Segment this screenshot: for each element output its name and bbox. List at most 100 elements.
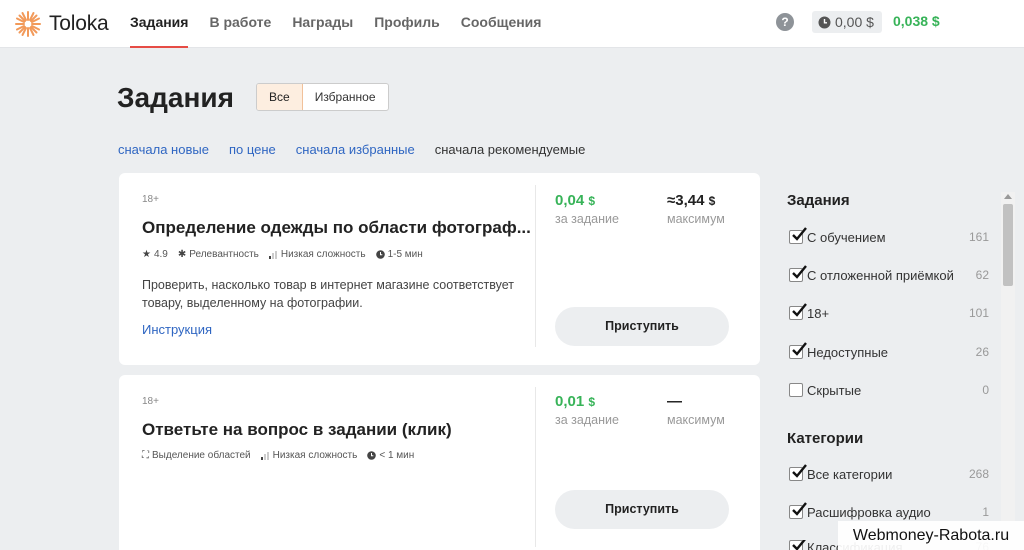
checkmark-icon (792, 303, 807, 317)
main-nav: Задания В работе Награды Профиль Сообщен… (130, 0, 562, 48)
tasks-segment-control: Все Избранное (256, 83, 389, 111)
checkbox[interactable] (789, 464, 807, 481)
complexity-label: Низкая сложность (280, 249, 366, 260)
segment-favorites[interactable]: Избранное (303, 84, 388, 110)
card-divider (535, 185, 536, 347)
puzzle-icon: ✱ (177, 249, 187, 260)
relevance: ✱ Релевантность (178, 249, 259, 260)
filter-hidden[interactable]: Скрытые 0 (789, 381, 989, 399)
filter-count: 0 (982, 383, 989, 397)
filter-18-plus[interactable]: 18+ 101 (789, 303, 989, 322)
filter-all-categories[interactable]: Все категории 268 (789, 464, 989, 483)
price-currency: $ (588, 395, 596, 409)
balance-badge[interactable]: 0,00 $ (812, 11, 882, 33)
task-card[interactable]: 18+ Определение одежды по области фотогр… (119, 173, 760, 365)
filter-label: С отложенной приёмкой (807, 267, 954, 283)
segment-all[interactable]: Все (257, 84, 303, 110)
checkbox[interactable] (789, 383, 803, 397)
sun-logo-icon (15, 11, 41, 37)
categories-filter-heading: Категории (787, 430, 864, 447)
duration: 1-5 мин (375, 249, 423, 260)
task-meta: ⛶ Выделение областей Низкая сложность < … (142, 450, 424, 461)
max-currency: $ (708, 194, 716, 208)
price-value: 0,04 (555, 192, 585, 209)
filter-with-training[interactable]: С обучением 161 (789, 227, 989, 246)
scroll-up-icon[interactable] (1004, 194, 1012, 199)
price-value: 0,01 (555, 393, 585, 410)
checkmark-icon (792, 265, 807, 279)
task-title[interactable]: Ответьте на вопрос в задании (клик) (142, 420, 452, 440)
task-meta: ★ 4.9 ✱ Релевантность Низкая сложность 1… (142, 249, 433, 260)
checkbox[interactable] (789, 303, 807, 320)
price-label: за задание (555, 413, 619, 427)
watermark: Webmoney-Rabota.ru (838, 521, 1024, 550)
complexity-label: Низкая сложность (272, 450, 358, 461)
complexity: Низкая сложность (260, 450, 358, 461)
max-label: максимум (667, 413, 725, 427)
task-price: 0,04 $ (555, 192, 595, 209)
checkmark-icon (792, 502, 807, 516)
duration-label: < 1 мин (379, 450, 415, 461)
nav-in-progress[interactable]: В работе (209, 0, 271, 48)
checkbox[interactable] (789, 540, 806, 550)
checkbox[interactable] (789, 342, 807, 359)
age-badge: 18+ (142, 396, 159, 407)
complexity: Низкая сложность (268, 249, 366, 260)
filter-label: Скрытые (807, 382, 862, 398)
filter-count: 26 (975, 345, 989, 359)
start-button[interactable]: Приступить (555, 307, 729, 346)
area-selection: ⛶ Выделение областей (142, 450, 251, 461)
price-label: за задание (555, 212, 619, 226)
logo[interactable]: Toloka (13, 9, 109, 39)
filter-count: 268 (968, 467, 989, 481)
checkmark-icon (792, 227, 807, 241)
price-currency: $ (588, 194, 596, 208)
selection-frame-icon: ⛶ (142, 450, 149, 461)
checkmark-icon (792, 342, 807, 356)
start-button[interactable]: Приступить (555, 490, 729, 529)
duration: < 1 мин (367, 450, 414, 461)
checkmark-icon (792, 540, 806, 550)
max-value: ≈3,44 (667, 192, 705, 209)
rating-value: 4.9 (153, 249, 168, 260)
checkbox[interactable] (789, 265, 807, 282)
complexity-bars-icon (260, 451, 270, 460)
top-header: Toloka Задания В работе Награды Профиль … (0, 0, 1024, 48)
sort-favorites-first[interactable]: сначала избранные (296, 142, 415, 157)
nav-messages[interactable]: Сообщения (461, 0, 542, 48)
clock-icon (367, 451, 377, 460)
filter-unavailable[interactable]: Недоступные 26 (789, 342, 989, 361)
filter-label: Все категории (807, 466, 893, 482)
rating: ★ 4.9 (142, 249, 168, 260)
earned-amount[interactable]: 0,038 $ (893, 13, 940, 29)
task-card[interactable]: 18+ Ответьте на вопрос в задании (клик) … (119, 375, 760, 550)
age-badge: 18+ (142, 194, 159, 205)
filter-delayed-acceptance[interactable]: С отложенной приёмкой 62 (789, 265, 989, 284)
nav-rewards[interactable]: Награды (292, 0, 353, 48)
filter-count: 62 (975, 268, 989, 282)
sort-by-price[interactable]: по цене (229, 142, 276, 157)
filter-label: Недоступные (807, 344, 889, 360)
checkbox[interactable] (789, 502, 807, 519)
logo-text: Toloka (49, 12, 109, 35)
page-title: Задания (117, 82, 234, 113)
task-max: ≈3,44 $ (667, 192, 715, 209)
sort-options: сначала новые по цене сначала избранные … (118, 142, 605, 157)
star-icon: ★ (142, 249, 151, 260)
filter-label: Расшифровка аудио (807, 504, 931, 520)
filter-audio-transcription[interactable]: Расшифровка аудио 1 (789, 502, 989, 521)
max-label: максимум (667, 212, 725, 226)
task-max: — (667, 393, 682, 410)
task-title[interactable]: Определение одежды по области фотограф..… (142, 218, 531, 238)
checkbox[interactable] (789, 227, 807, 244)
sidebar-scrollbar[interactable] (1001, 192, 1015, 550)
nav-tasks[interactable]: Задания (130, 0, 189, 48)
filter-label: 18+ (807, 305, 830, 321)
filter-count: 161 (968, 230, 989, 244)
filter-count: 101 (968, 306, 989, 320)
instruction-link[interactable]: Инструкция (142, 322, 212, 337)
scroll-thumb[interactable] (1003, 204, 1013, 286)
help-icon[interactable]: ? (776, 13, 794, 31)
nav-profile[interactable]: Профиль (374, 0, 440, 48)
sort-newest[interactable]: сначала новые (118, 142, 209, 157)
